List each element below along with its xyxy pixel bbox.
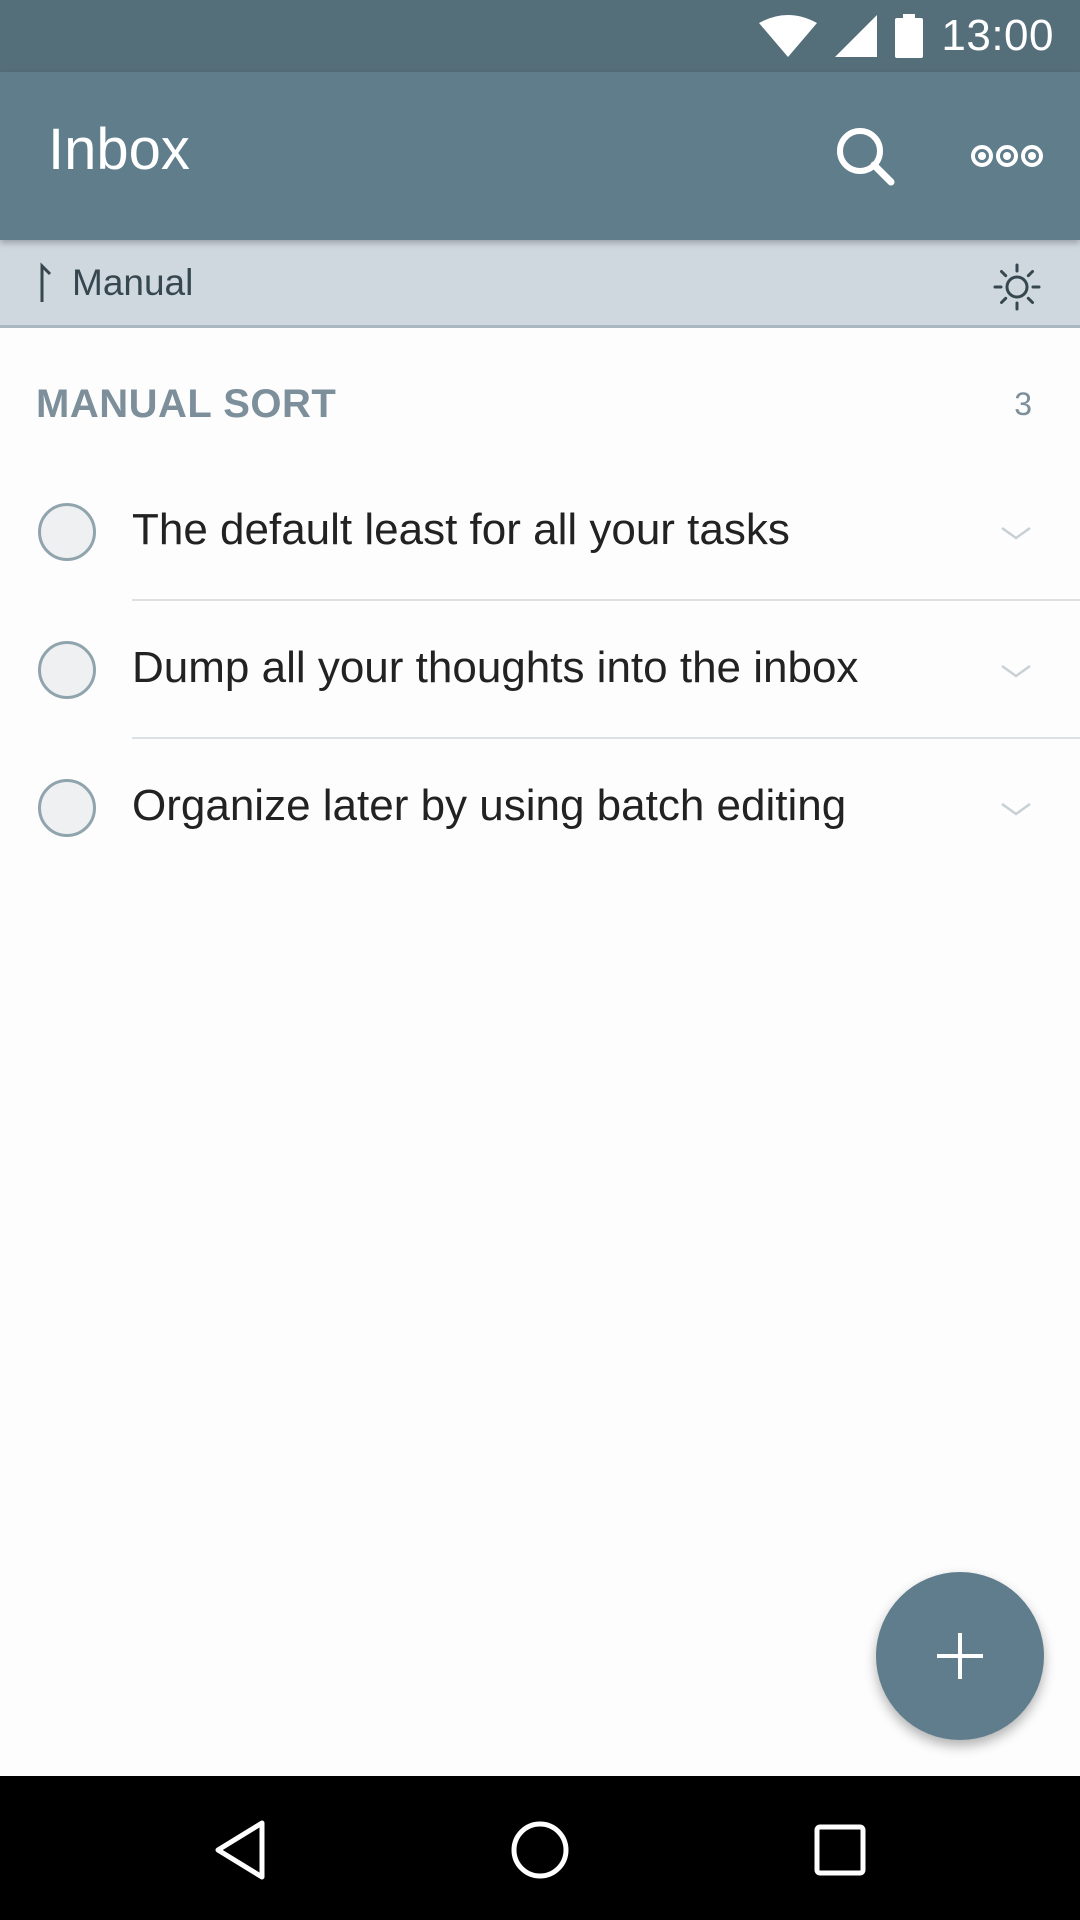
add-task-button[interactable]: [876, 1572, 1044, 1740]
home-icon: [511, 1821, 569, 1879]
cell-signal-icon: [835, 15, 878, 57]
sort-icon: [40, 262, 52, 302]
task-text: The default least for all your tasks: [132, 505, 790, 554]
chevron-down-icon: [1001, 664, 1031, 678]
recents-button[interactable]: [800, 1810, 880, 1890]
section-title: MANUAL SORT: [36, 382, 337, 426]
back-button[interactable]: [200, 1810, 280, 1890]
task-expand-button[interactable]: [996, 789, 1036, 829]
sort-label: Manual: [72, 262, 194, 303]
search-button[interactable]: [826, 117, 904, 195]
task-row[interactable]: The default least for all your tasks: [0, 463, 1080, 601]
section-header: MANUAL SORT 3: [36, 382, 1046, 438]
plus-icon: [937, 1633, 983, 1679]
task-expand-button[interactable]: [996, 651, 1036, 691]
recents-icon: [814, 1824, 866, 1876]
task-list: The default least for all your tasks Dum…: [0, 463, 1080, 877]
task-row[interactable]: Dump all your thoughts into the inbox: [0, 601, 1080, 739]
task-row[interactable]: Organize later by using batch editing: [0, 739, 1080, 877]
status-bar: 13:00: [0, 0, 1080, 72]
sort-bar[interactable]: Manual: [0, 240, 1080, 328]
task-expand-button[interactable]: [996, 513, 1036, 553]
more-options-icon: [971, 145, 1043, 167]
battery-icon: [895, 14, 924, 58]
chevron-down-icon: [1001, 802, 1031, 816]
app-bar: Inbox: [0, 72, 1080, 240]
theme-toggle-button[interactable]: [990, 260, 1044, 314]
task-checkbox[interactable]: [38, 503, 96, 561]
page-title: Inbox: [48, 117, 190, 182]
screen: 13:00 Inbox Manual MANUAL SORT 3 The def…: [0, 0, 1080, 1920]
theme-sun-icon: [993, 263, 1041, 311]
wifi-icon: [759, 15, 818, 57]
chevron-down-icon: [1001, 526, 1031, 540]
back-icon: [215, 1820, 265, 1880]
more-options-button[interactable]: [964, 117, 1050, 195]
task-checkbox[interactable]: [38, 641, 96, 699]
section-count: 3: [1014, 386, 1032, 422]
navigation-bar: [0, 1776, 1080, 1920]
task-checkbox[interactable]: [38, 779, 96, 837]
task-text: Dump all your thoughts into the inbox: [132, 643, 859, 692]
home-button[interactable]: [500, 1810, 580, 1890]
status-time: 13:00: [941, 11, 1054, 60]
task-text: Organize later by using batch editing: [132, 781, 847, 830]
search-icon: [837, 128, 895, 186]
